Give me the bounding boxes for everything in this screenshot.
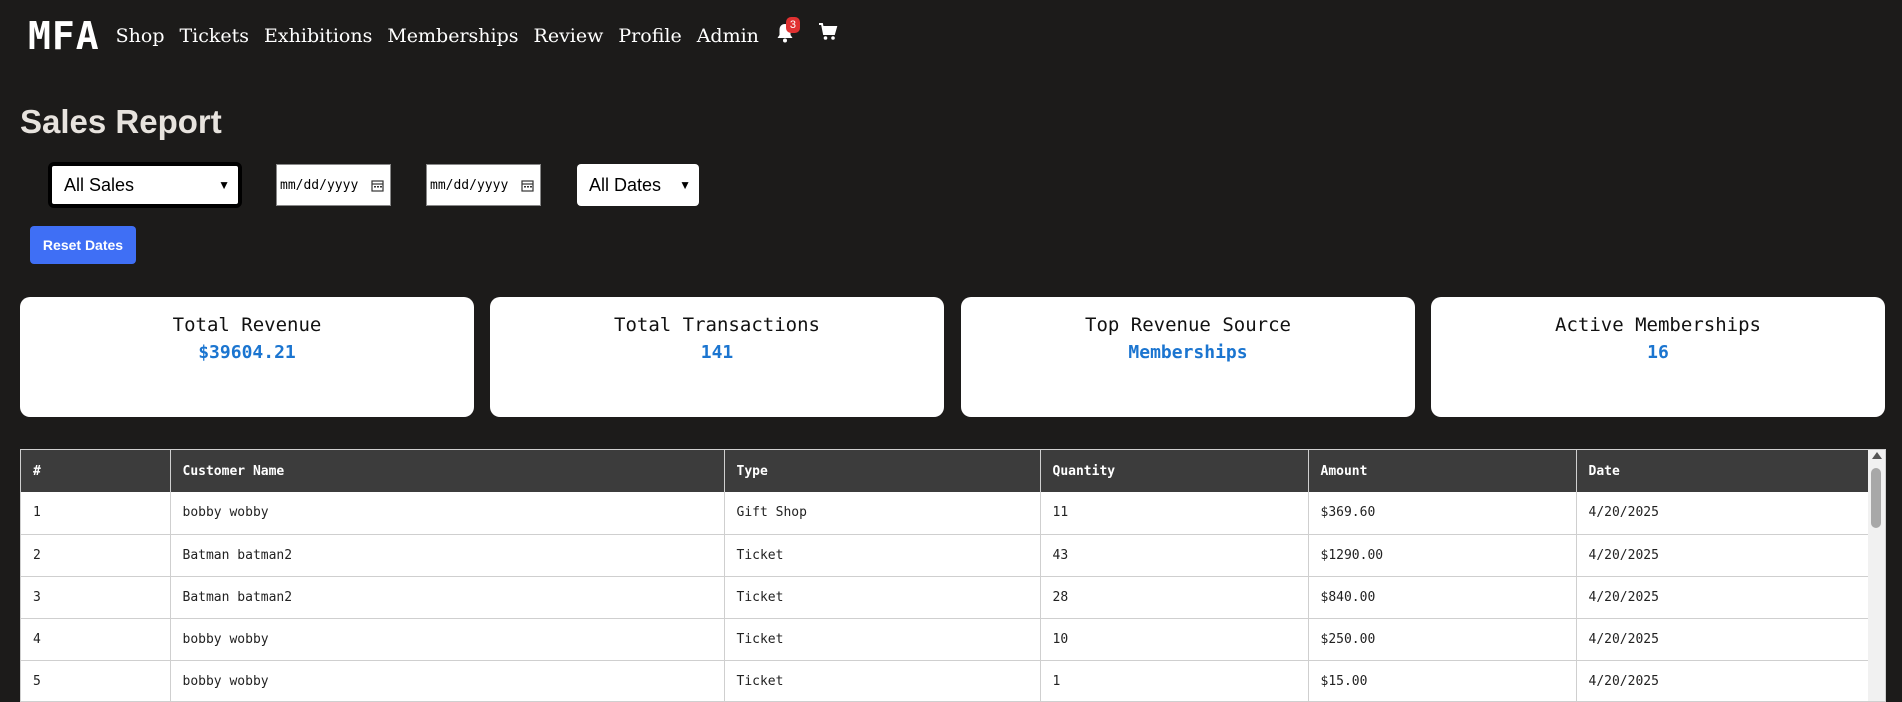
- reset-dates-button[interactable]: Reset Dates: [30, 226, 136, 264]
- cart-button[interactable]: [818, 22, 838, 42]
- table-cell: $250.00: [1308, 618, 1577, 661]
- nav-tickets[interactable]: Tickets: [180, 25, 250, 47]
- table-cell: 28: [1040, 576, 1309, 619]
- table-cell: 3: [21, 576, 171, 619]
- table-cell: 4/20/2025: [1576, 492, 1870, 535]
- notifications-button[interactable]: 3: [776, 17, 801, 45]
- table-cell: 10: [1040, 618, 1309, 661]
- card-value: 16: [1647, 342, 1669, 363]
- site-logo[interactable]: MFA: [28, 14, 100, 58]
- table-cell: bobby wobby: [170, 660, 725, 701]
- table-cell: 1: [21, 492, 171, 535]
- nav-shop[interactable]: Shop: [116, 25, 165, 47]
- table-cell: $1290.00: [1308, 534, 1577, 577]
- total-revenue-card: Total Revenue $39604.21: [20, 297, 474, 417]
- table-cell: 5: [21, 660, 171, 701]
- table-row: 3 Batman batman2 Ticket 28 $840.00 4/20/…: [21, 576, 1870, 619]
- table-cell: 2: [21, 534, 171, 577]
- total-transactions-card: Total Transactions 141: [490, 297, 944, 417]
- sales-table: # Customer Name Type Quantity Amount Dat…: [21, 450, 1870, 701]
- table-cell: $369.60: [1308, 492, 1577, 535]
- table-cell: 1: [1040, 660, 1309, 701]
- scrollbar-thumb[interactable]: [1871, 468, 1881, 528]
- table-cell: Ticket: [724, 534, 1041, 577]
- page-title: Sales Report: [20, 103, 222, 140]
- top-revenue-source-card: Top Revenue Source Memberships: [961, 297, 1415, 417]
- sales-type-select[interactable]: All Sales ▼: [48, 162, 242, 208]
- table-cell: 4/20/2025: [1576, 660, 1870, 701]
- table-cell: Batman batman2: [170, 576, 725, 619]
- column-header: #: [21, 450, 171, 492]
- column-header: Date: [1576, 450, 1870, 492]
- table-cell: 4/20/2025: [1576, 576, 1870, 619]
- table-cell: 4/20/2025: [1576, 618, 1870, 661]
- column-header: Type: [724, 450, 1041, 492]
- card-title: Top Revenue Source: [1085, 314, 1291, 336]
- table-row: 5 bobby wobby Ticket 1 $15.00 4/20/2025: [21, 660, 1870, 701]
- table-cell: 4: [21, 618, 171, 661]
- start-date-input[interactable]: mm/dd/yyyy: [276, 164, 391, 206]
- nav-memberships[interactable]: Memberships: [387, 25, 518, 47]
- column-header: Customer Name: [170, 450, 725, 492]
- table-cell: Ticket: [724, 618, 1041, 661]
- table-row: 4 bobby wobby Ticket 10 $250.00 4/20/202…: [21, 618, 1870, 661]
- nav-review[interactable]: Review: [534, 25, 604, 47]
- card-value: 141: [700, 342, 734, 363]
- column-header: Amount: [1308, 450, 1577, 492]
- table-cell: bobby wobby: [170, 492, 725, 535]
- card-value: Memberships: [1128, 342, 1248, 363]
- sales-table-container: # Customer Name Type Quantity Amount Dat…: [20, 449, 1886, 702]
- nav-admin[interactable]: Admin: [697, 25, 759, 47]
- chevron-down-icon: ▼: [218, 178, 230, 192]
- chevron-down-icon: ▼: [679, 178, 691, 192]
- date-range-value: All Dates: [589, 174, 662, 195]
- start-date-placeholder: mm/dd/yyyy: [280, 177, 359, 193]
- date-range-select[interactable]: All Dates ▼: [577, 164, 699, 206]
- column-header: Quantity: [1040, 450, 1309, 492]
- sales-type-value: All Sales: [64, 174, 135, 195]
- nav-exhibitions[interactable]: Exhibitions: [264, 25, 372, 47]
- table-cell: 43: [1040, 534, 1309, 577]
- table-cell: 11: [1040, 492, 1309, 535]
- nav-profile[interactable]: Profile: [618, 25, 681, 47]
- table-cell: 4/20/2025: [1576, 534, 1870, 577]
- notification-badge: 3: [785, 17, 801, 33]
- top-navbar: MFA Shop Tickets Exhibitions Memberships…: [0, 0, 1902, 72]
- table-cell: Batman batman2: [170, 534, 725, 577]
- table-scrollbar[interactable]: [1868, 450, 1885, 701]
- card-title: Total Transactions: [614, 314, 820, 336]
- calendar-icon[interactable]: [371, 179, 384, 192]
- cart-icon: [818, 23, 838, 40]
- card-title: Total Revenue: [172, 314, 322, 336]
- calendar-icon[interactable]: [521, 179, 534, 192]
- scroll-up-arrow-icon[interactable]: [1872, 452, 1882, 459]
- table-cell: Gift Shop: [724, 492, 1041, 535]
- end-date-placeholder: mm/dd/yyyy: [430, 177, 509, 193]
- table-cell: Ticket: [724, 660, 1041, 701]
- table-cell: $15.00: [1308, 660, 1577, 701]
- active-memberships-card: Active Memberships 16: [1431, 297, 1885, 417]
- table-cell: bobby wobby: [170, 618, 725, 661]
- table-row: 1 bobby wobby Gift Shop 11 $369.60 4/20/…: [21, 492, 1870, 535]
- table-cell: $840.00: [1308, 576, 1577, 619]
- table-row: 2 Batman batman2 Ticket 43 $1290.00 4/20…: [21, 534, 1870, 577]
- card-title: Active Memberships: [1555, 314, 1761, 336]
- card-value: $39604.21: [198, 342, 296, 363]
- end-date-input[interactable]: mm/dd/yyyy: [426, 164, 541, 206]
- table-cell: Ticket: [724, 576, 1041, 619]
- table-header-row: # Customer Name Type Quantity Amount Dat…: [21, 450, 1870, 492]
